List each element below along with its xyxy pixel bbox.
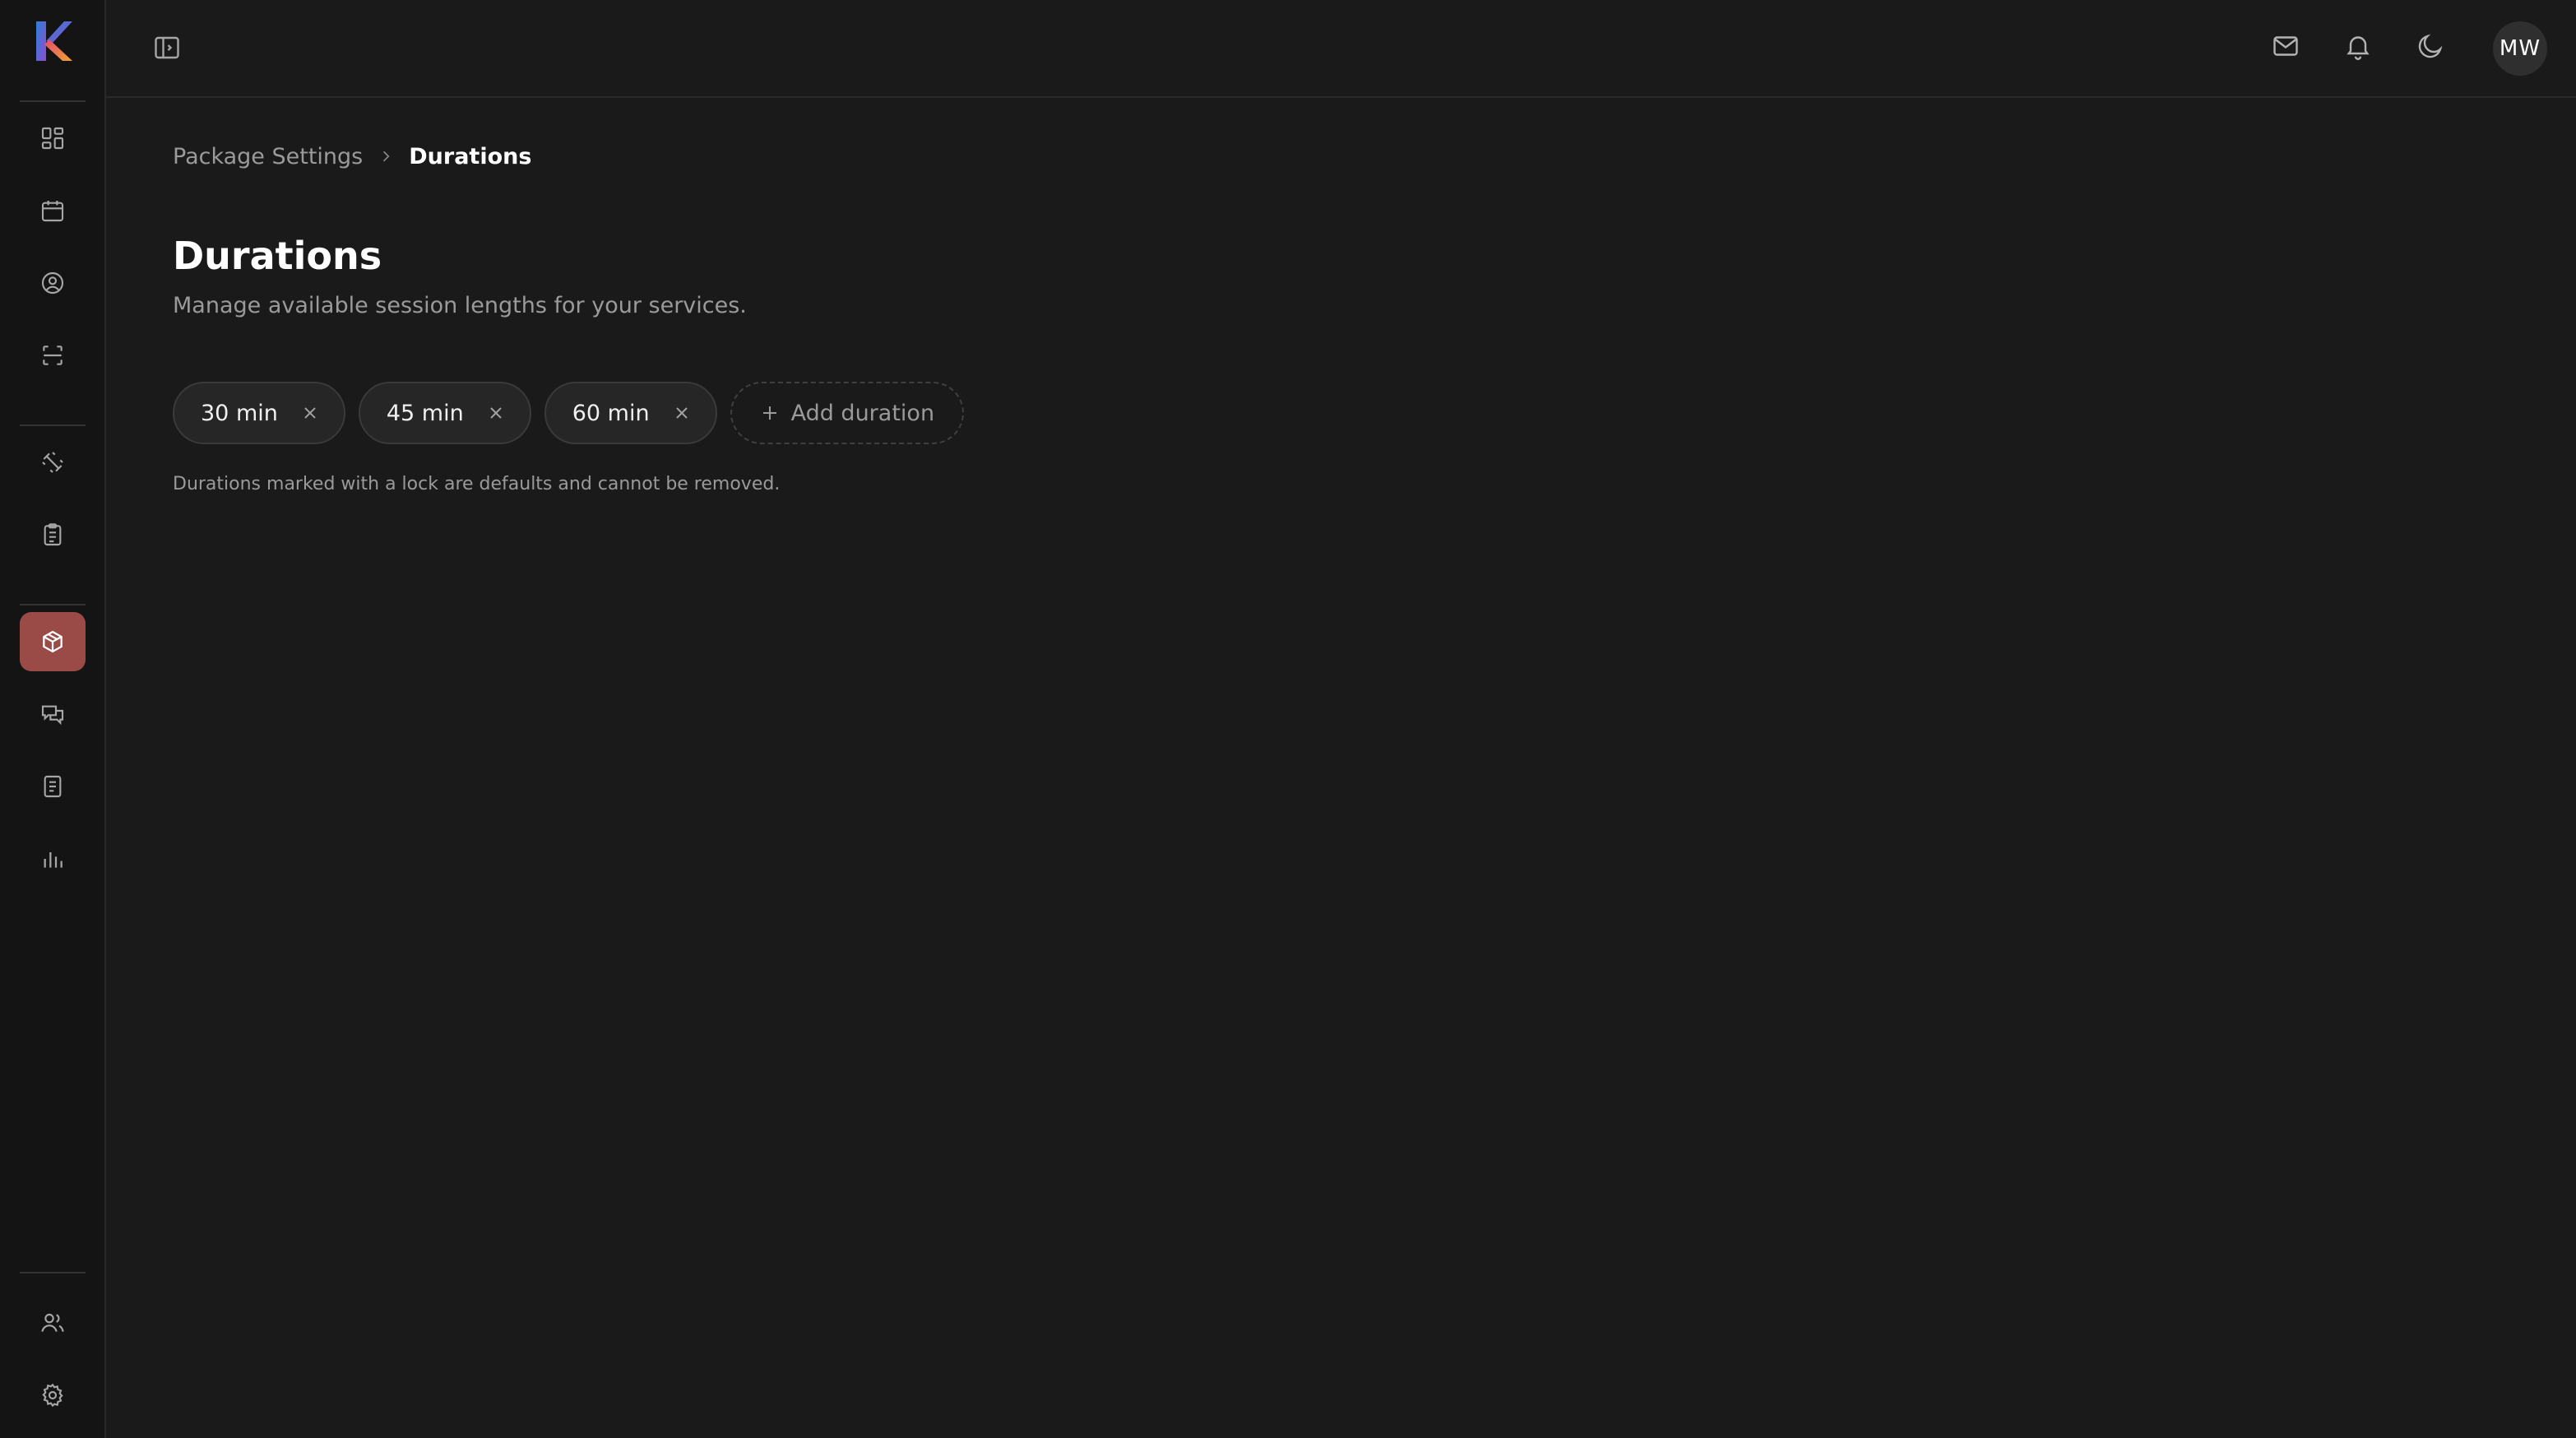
duration-chip: 30 min xyxy=(173,382,345,444)
sidebar xyxy=(0,0,106,1438)
sidebar-divider xyxy=(20,1272,86,1273)
duration-chip: 45 min xyxy=(358,382,531,444)
sidebar-item-fitness[interactable] xyxy=(20,433,86,492)
page-subtitle: Manage available session lengths for you… xyxy=(173,293,747,318)
remove-duration-button[interactable] xyxy=(299,402,321,424)
duration-chip-label: 30 min xyxy=(201,400,278,426)
sidebar-item-calendar[interactable] xyxy=(20,181,86,240)
notifications-button[interactable] xyxy=(2343,31,2376,64)
sidebar-item-packages[interactable] xyxy=(20,612,86,671)
clipboard-icon xyxy=(44,523,62,546)
duration-chip: 60 min xyxy=(544,382,717,444)
sidebar-divider xyxy=(20,100,86,102)
helper-note: Durations marked with a lock are default… xyxy=(173,474,781,494)
panel-toggle-icon xyxy=(155,36,179,59)
sidebar-item-profile[interactable] xyxy=(20,253,86,313)
add-duration-button[interactable]: Add duration xyxy=(730,382,965,444)
sidebar-item-reports[interactable] xyxy=(20,829,86,888)
moon-icon xyxy=(2418,34,2443,58)
chevron-right-icon xyxy=(383,151,390,162)
page-title: Durations xyxy=(173,234,382,278)
breadcrumb-current: Durations xyxy=(409,143,532,169)
sidebar-item-scan[interactable] xyxy=(20,326,86,385)
breadcrumb-parent-link[interactable]: Package Settings xyxy=(173,144,363,169)
add-duration-label: Add duration xyxy=(790,400,935,426)
chat-icon xyxy=(41,705,64,726)
user-circle-icon xyxy=(41,271,64,295)
users-icon xyxy=(41,1313,64,1332)
sidebar-item-checklist[interactable] xyxy=(20,505,86,564)
sidebar-item-settings[interactable] xyxy=(20,1366,86,1425)
sidebar-item-team[interactable] xyxy=(20,1293,86,1352)
bell-icon xyxy=(2347,36,2370,60)
close-icon xyxy=(675,407,688,419)
remove-duration-button[interactable] xyxy=(671,402,693,424)
theme-toggle-button[interactable] xyxy=(2416,31,2449,64)
panel-toggle-button[interactable] xyxy=(152,33,182,63)
top-header: MW xyxy=(106,0,2576,98)
close-icon xyxy=(490,407,502,419)
sidebar-item-documents[interactable] xyxy=(20,757,86,816)
sidebar-divider xyxy=(20,424,86,426)
duration-chip-label: 60 min xyxy=(572,400,650,426)
dumbbell-icon xyxy=(42,452,63,473)
document-icon xyxy=(44,775,62,798)
dashboard-icon xyxy=(41,127,64,150)
sidebar-divider xyxy=(20,604,86,605)
app-logo[interactable] xyxy=(30,18,76,64)
remove-duration-button[interactable] xyxy=(485,402,507,424)
scan-icon xyxy=(43,346,63,365)
breadcrumb: Package Settings Durations xyxy=(173,141,531,171)
sidebar-item-messages[interactable] xyxy=(20,684,86,744)
bar-chart-icon xyxy=(44,852,63,868)
sidebar-item-dashboard[interactable] xyxy=(20,109,86,168)
close-icon xyxy=(304,407,316,419)
plus-icon xyxy=(762,406,776,420)
mail-icon xyxy=(2273,36,2298,56)
gear-icon xyxy=(42,1383,63,1408)
user-avatar[interactable]: MW xyxy=(2493,21,2547,76)
calendar-icon xyxy=(41,201,64,222)
mail-button[interactable] xyxy=(2271,31,2304,64)
duration-chip-label: 45 min xyxy=(386,400,464,426)
package-icon xyxy=(43,630,63,653)
duration-chip-list: 30 min 45 min 60 min Add duration xyxy=(173,382,965,444)
